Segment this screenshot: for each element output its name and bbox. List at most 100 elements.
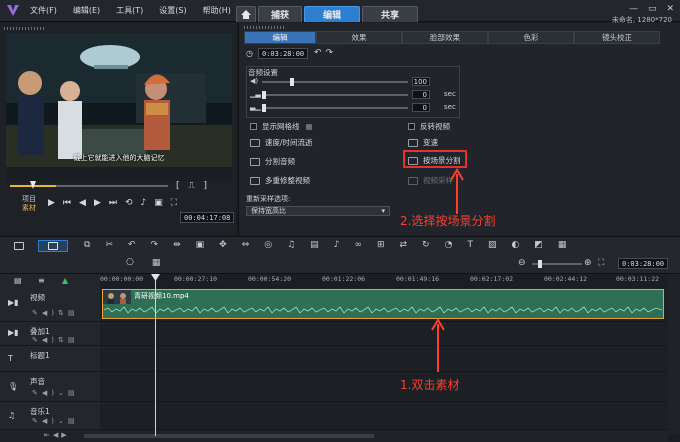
split-screen-icon[interactable]: ⊞: [377, 240, 385, 250]
volume-icon[interactable]: ♪: [141, 198, 147, 208]
storyboard-view-icon[interactable]: [14, 242, 24, 250]
horizontal-scrollbar[interactable]: [84, 434, 374, 438]
track-header-music[interactable]: ♫ 音乐1 ✎◀)⌄▤: [0, 402, 100, 430]
options-grip[interactable]: [244, 26, 284, 29]
track-header-title[interactable]: T 标题1: [0, 346, 100, 372]
start-icon[interactable]: ⏮: [63, 198, 71, 208]
prev-frame-icon[interactable]: ◀: [79, 198, 86, 208]
preview-timecode[interactable]: 00:04:17:08: [180, 212, 235, 223]
track-controls[interactable]: ✎◀)⇅▤: [32, 336, 78, 344]
next-frame-icon[interactable]: ▶: [94, 198, 101, 208]
track-header-voice[interactable]: 🎙 声音 ✎◀)⌄▤: [0, 372, 100, 402]
multi-camera-icon[interactable]: ⧉: [84, 240, 90, 250]
video-preview[interactable]: 戴上它就能进入他的大脑记忆: [6, 33, 232, 167]
tab-edit[interactable]: 编辑: [304, 6, 360, 22]
voice-track-icon: 🎙: [8, 382, 19, 391]
smart-icon[interactable]: ◔: [445, 240, 453, 250]
fade-out-value[interactable]: 0: [412, 103, 430, 112]
undo-icon[interactable]: ↶: [128, 240, 136, 250]
tab-capture[interactable]: 捕获: [258, 6, 302, 22]
track-header-overlay[interactable]: ▶▮ 叠加1 ✎◀)⇅▤: [0, 322, 100, 346]
volume-slider[interactable]: [262, 78, 408, 86]
menu-help[interactable]: 帮助(H): [203, 5, 231, 16]
subtitle-icon[interactable]: ▤: [310, 240, 319, 250]
sound-icon[interactable]: ♪: [334, 240, 340, 250]
snapshot-icon[interactable]: ⎔: [126, 258, 134, 268]
resample-select[interactable]: 保持宽高比 ▾: [246, 206, 390, 216]
fullscreen-icon[interactable]: ⛶: [171, 198, 177, 208]
redo-icon[interactable]: ↷: [151, 240, 159, 250]
zoom-slider[interactable]: [532, 260, 582, 268]
menu-file[interactable]: 文件(F): [30, 5, 57, 16]
tab-options-effect[interactable]: 效果: [316, 31, 402, 44]
tab-options-color[interactable]: 色彩: [488, 31, 574, 44]
duration-timecode[interactable]: 0:03:28:00: [258, 48, 309, 59]
fit-timeline-icon[interactable]: ⛶: [598, 258, 604, 268]
rotate-icons[interactable]: ↶↷: [314, 48, 337, 58]
menu-edit[interactable]: 编辑(E): [73, 5, 100, 16]
menu-tools[interactable]: 工具(T): [116, 5, 143, 16]
record-icon[interactable]: ▣: [196, 240, 205, 250]
repeat-icon[interactable]: ⟲: [125, 198, 133, 208]
option-variable-speed[interactable]: 变速: [408, 137, 438, 148]
cut-icon[interactable]: ✂: [105, 240, 113, 250]
maximize-icon[interactable]: ▭: [648, 4, 657, 14]
track-icon[interactable]: ⇔: [242, 240, 250, 250]
option-sampling[interactable]: 视频采样: [408, 175, 453, 186]
effect-icon[interactable]: ◩: [534, 240, 543, 250]
tab-share[interactable]: 共享: [362, 6, 418, 22]
option-reverse[interactable]: 反转视频: [408, 121, 450, 132]
fade-out-slider[interactable]: [262, 104, 408, 112]
audio-mixer-icon[interactable]: ♫: [287, 240, 295, 250]
track-controls[interactable]: ✎◀)⌄▤: [32, 389, 78, 397]
3d-icon[interactable]: ▦: [558, 240, 567, 250]
track-controls[interactable]: ✎◀)⇅▤: [32, 309, 78, 317]
tab-options-face[interactable]: 脸部效果: [402, 31, 488, 44]
timeline-playhead[interactable]: [155, 274, 156, 436]
title-icon[interactable]: T: [467, 240, 473, 250]
mask-icon[interactable]: ◎: [264, 240, 272, 250]
chain-icon[interactable]: ∞: [354, 240, 362, 250]
fade-in-slider[interactable]: [262, 91, 408, 99]
color-icon[interactable]: ◐: [511, 240, 519, 250]
menu-settings[interactable]: 设置(S): [159, 5, 186, 16]
close-icon[interactable]: ✕: [666, 4, 674, 14]
trim-markers[interactable]: [ ⎍ ]: [176, 181, 210, 191]
option-show-grid[interactable]: 显示网格线 ▦: [250, 121, 313, 132]
vertical-scrollbar[interactable]: [668, 274, 680, 434]
panel-grip[interactable]: [4, 27, 44, 30]
mode-clip[interactable]: 素材: [22, 203, 36, 213]
fade-in-value[interactable]: 0: [412, 90, 430, 99]
motion-icon[interactable]: ✥: [219, 240, 227, 250]
checkbox[interactable]: [408, 123, 415, 130]
marker-icon[interactable]: ▲: [62, 276, 68, 285]
track-manager-icon[interactable]: ▤: [14, 276, 22, 285]
minimize-icon[interactable]: —: [629, 4, 638, 14]
timeline-view-button[interactable]: [38, 240, 68, 252]
rotate-icon[interactable]: ↻: [422, 240, 430, 250]
timeline-ruler[interactable]: 00:00:00:00 00:00:27:10 00:00:54:20 00:0…: [100, 274, 668, 286]
tab-options-lens[interactable]: 镜头校正: [574, 31, 660, 44]
tab-options-edit[interactable]: 编辑: [244, 31, 316, 44]
play-icon[interactable]: ▶: [48, 198, 55, 208]
timeline-timecode[interactable]: 0:03:28:00: [618, 258, 669, 269]
grid-icon-small[interactable]: ▦: [152, 258, 161, 268]
chapter-icon[interactable]: ≡: [38, 276, 45, 285]
image-icon[interactable]: ▨: [488, 240, 497, 250]
track-header-video[interactable]: ▶▮ 视频 ✎◀)⇅▤: [0, 288, 100, 322]
volume-value[interactable]: 100: [412, 77, 430, 86]
option-multi-trim[interactable]: 多重修整视频: [250, 175, 310, 186]
zoom-out-icon[interactable]: ⊖: [518, 258, 526, 268]
track-voice: [100, 372, 668, 402]
replace-icon[interactable]: ⇄: [399, 240, 407, 250]
track-controls[interactable]: ✎◀)⌄▤: [32, 417, 78, 425]
resolution-icon[interactable]: ▣: [154, 198, 163, 208]
option-speed-time[interactable]: 速度/时间流逝: [250, 137, 313, 148]
end-icon[interactable]: ⏭: [109, 198, 117, 208]
tab-home[interactable]: [236, 6, 256, 22]
fit-icon[interactable]: ⇹: [173, 240, 181, 250]
scroll-controls[interactable]: ⇤◀▶: [44, 431, 70, 439]
zoom-in-icon[interactable]: ⊕: [584, 258, 592, 268]
option-split-audio[interactable]: 分割音频: [250, 156, 295, 167]
checkbox[interactable]: [250, 123, 257, 130]
